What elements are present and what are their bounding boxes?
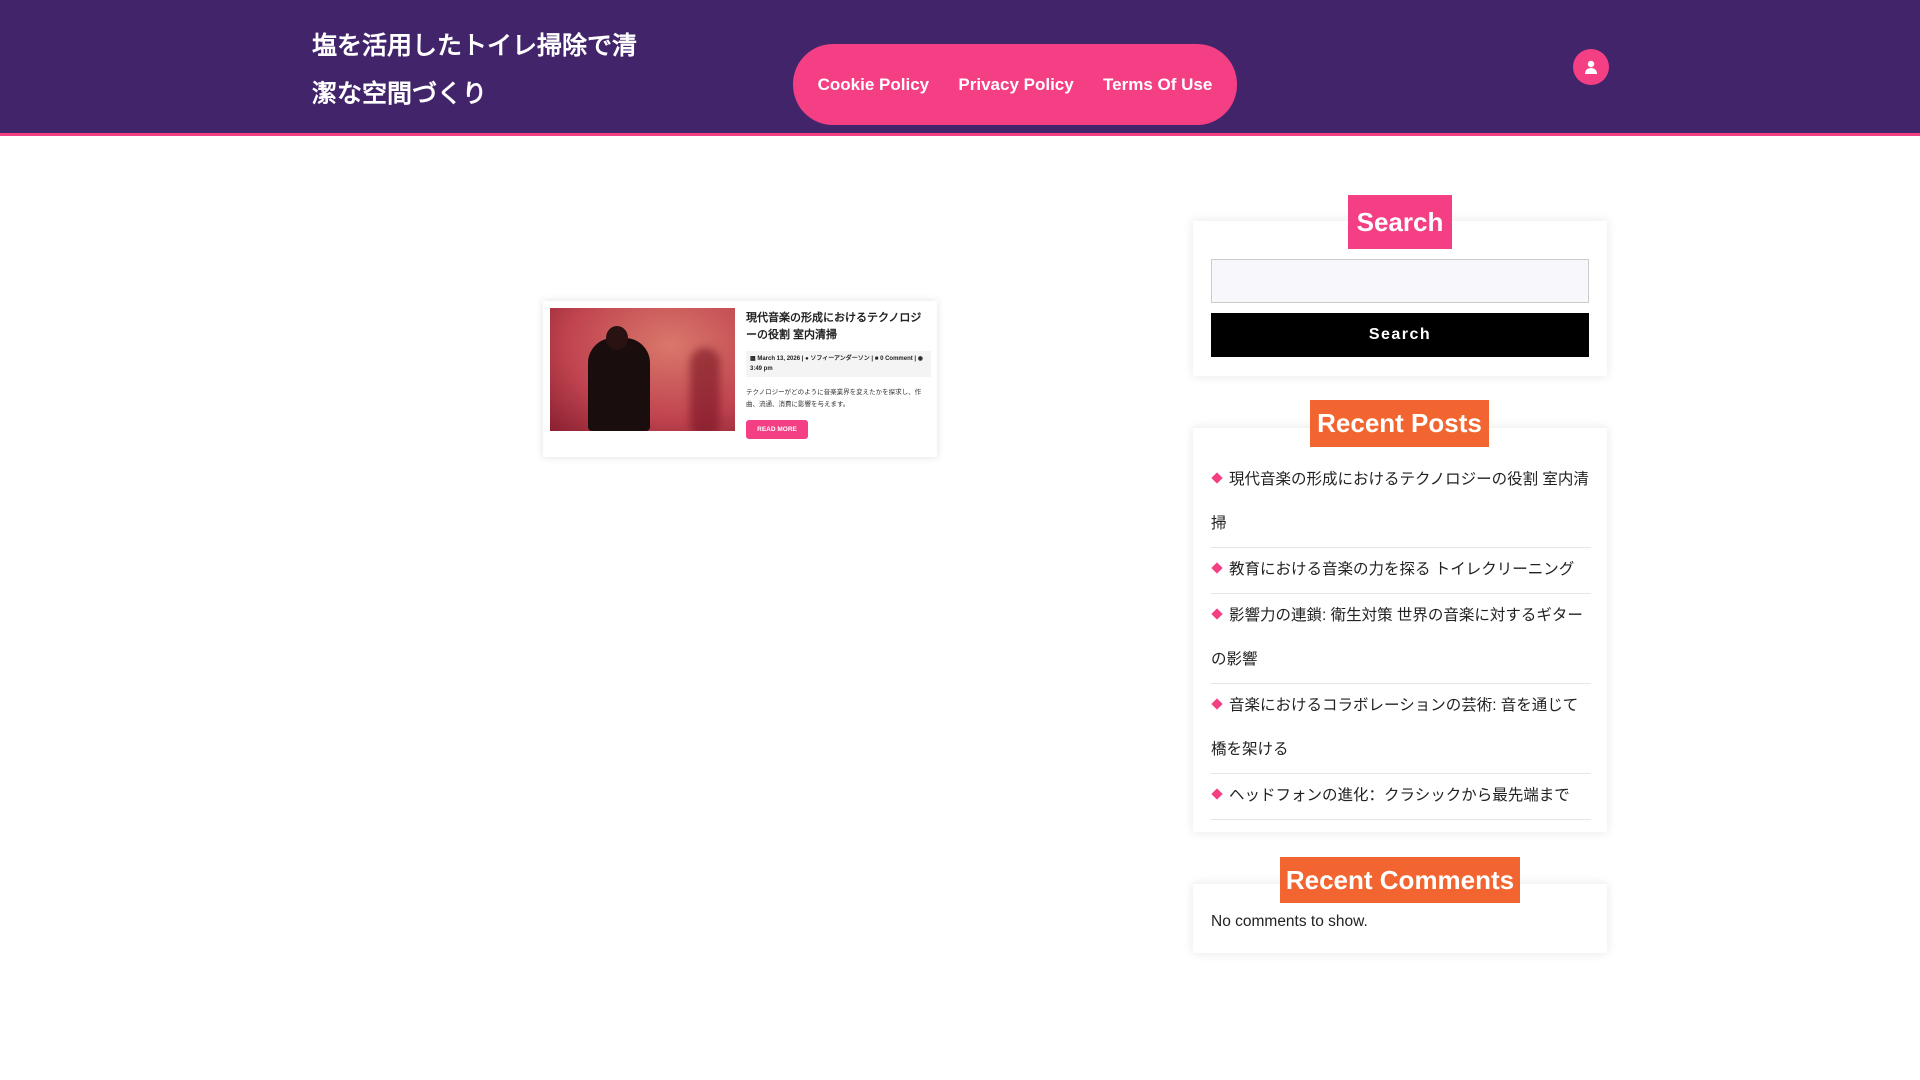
recent-post-link[interactable]: ヘッドフォンの進化：クラシックから最先端まで: [1229, 787, 1570, 804]
user-account-button[interactable]: [1573, 49, 1609, 85]
diamond-icon: [1211, 788, 1223, 800]
post-date[interactable]: March 13, 2026: [757, 356, 800, 362]
recent-posts-widget: 現代音楽の形成におけるテクノロジーの役割 室内清掃 教育における音楽の力を探る …: [1193, 428, 1607, 832]
comments-icon: ■: [874, 356, 879, 362]
recent-post-item[interactable]: ヘッドフォンの進化：クラシックから最先端まで: [1211, 774, 1591, 820]
search-widget-title: Search: [1348, 195, 1452, 249]
recent-posts-list: 現代音楽の形成におけるテクノロジーの役割 室内清掃 教育における音楽の力を探る …: [1211, 458, 1591, 820]
thumbnail-figure: [588, 338, 650, 431]
site-header: 塩を活用したトイレ掃除で清潔な空間づくり Cookie Policy Priva…: [0, 0, 1920, 136]
recent-post-link[interactable]: 音楽におけるコラボレーションの芸術: 音を通じて橋を架ける: [1211, 697, 1578, 758]
main-nav: Cookie Policy Privacy Policy Terms Of Us…: [793, 44, 1237, 125]
diamond-icon: [1211, 562, 1223, 574]
clock-icon: ◉: [917, 356, 924, 362]
author-icon: ●: [805, 356, 809, 362]
nav-cookie-policy[interactable]: Cookie Policy: [818, 75, 929, 95]
diamond-icon: [1211, 698, 1223, 710]
nav-privacy-policy[interactable]: Privacy Policy: [958, 75, 1073, 95]
post-excerpt: テクノロジーがどのように音楽業界を変えたかを探求し、作曲、流通、消費に影響を与え…: [746, 389, 922, 408]
recent-post-item[interactable]: 音楽におけるコラボレーションの芸術: 音を通じて橋を架ける: [1211, 684, 1591, 774]
post-time: 3:49 pm: [750, 366, 773, 372]
recent-post-link[interactable]: 教育における音楽の力を探る トイレクリーニング: [1229, 561, 1574, 578]
site-title[interactable]: 塩を活用したトイレ掃除で清潔な空間づくり: [312, 22, 652, 118]
recent-post-link[interactable]: 影響力の連鎖: 衛生対策 世界の音楽に対するギターの影響: [1211, 607, 1583, 668]
post-meta: ▦ March 13, 2026 | ● ソフィーアンダーソン | ■ 0 Co…: [746, 351, 931, 377]
recent-posts-title: Recent Posts: [1310, 400, 1489, 447]
post-author[interactable]: ソフィーアンダーソン: [810, 356, 869, 362]
recent-post-item[interactable]: 影響力の連鎖: 衛生対策 世界の音楽に対するギターの影響: [1211, 594, 1591, 684]
recent-post-item[interactable]: 教育における音楽の力を探る トイレクリーニング: [1211, 548, 1591, 594]
calendar-icon: ▦: [750, 356, 756, 362]
read-more-button[interactable]: READ MORE: [746, 420, 808, 439]
diamond-icon: [1211, 472, 1223, 484]
post-title[interactable]: 現代音楽の形成におけるテクノロジーの役割 室内清掃: [746, 310, 931, 344]
nav-terms-of-use[interactable]: Terms Of Use: [1103, 75, 1212, 95]
search-button[interactable]: Search: [1211, 313, 1589, 357]
recent-comments-title: Recent Comments: [1280, 857, 1520, 903]
post-thumbnail[interactable]: [550, 308, 735, 431]
post-comments[interactable]: 0 Comment: [880, 356, 913, 362]
recent-post-link[interactable]: 現代音楽の形成におけるテクノロジーの役割 室内清掃: [1211, 471, 1589, 532]
thumbnail-shadow: [690, 348, 720, 431]
thumbnail-head: [606, 326, 628, 350]
post-card: 現代音楽の形成におけるテクノロジーの役割 室内清掃 ▦ March 13, 20…: [543, 301, 937, 457]
search-input[interactable]: [1211, 259, 1589, 303]
diamond-icon: [1211, 608, 1223, 620]
user-icon: [1585, 60, 1597, 74]
recent-post-item[interactable]: 現代音楽の形成におけるテクノロジーの役割 室内清掃: [1211, 458, 1591, 548]
no-comments-text: No comments to show.: [1211, 913, 1368, 930]
